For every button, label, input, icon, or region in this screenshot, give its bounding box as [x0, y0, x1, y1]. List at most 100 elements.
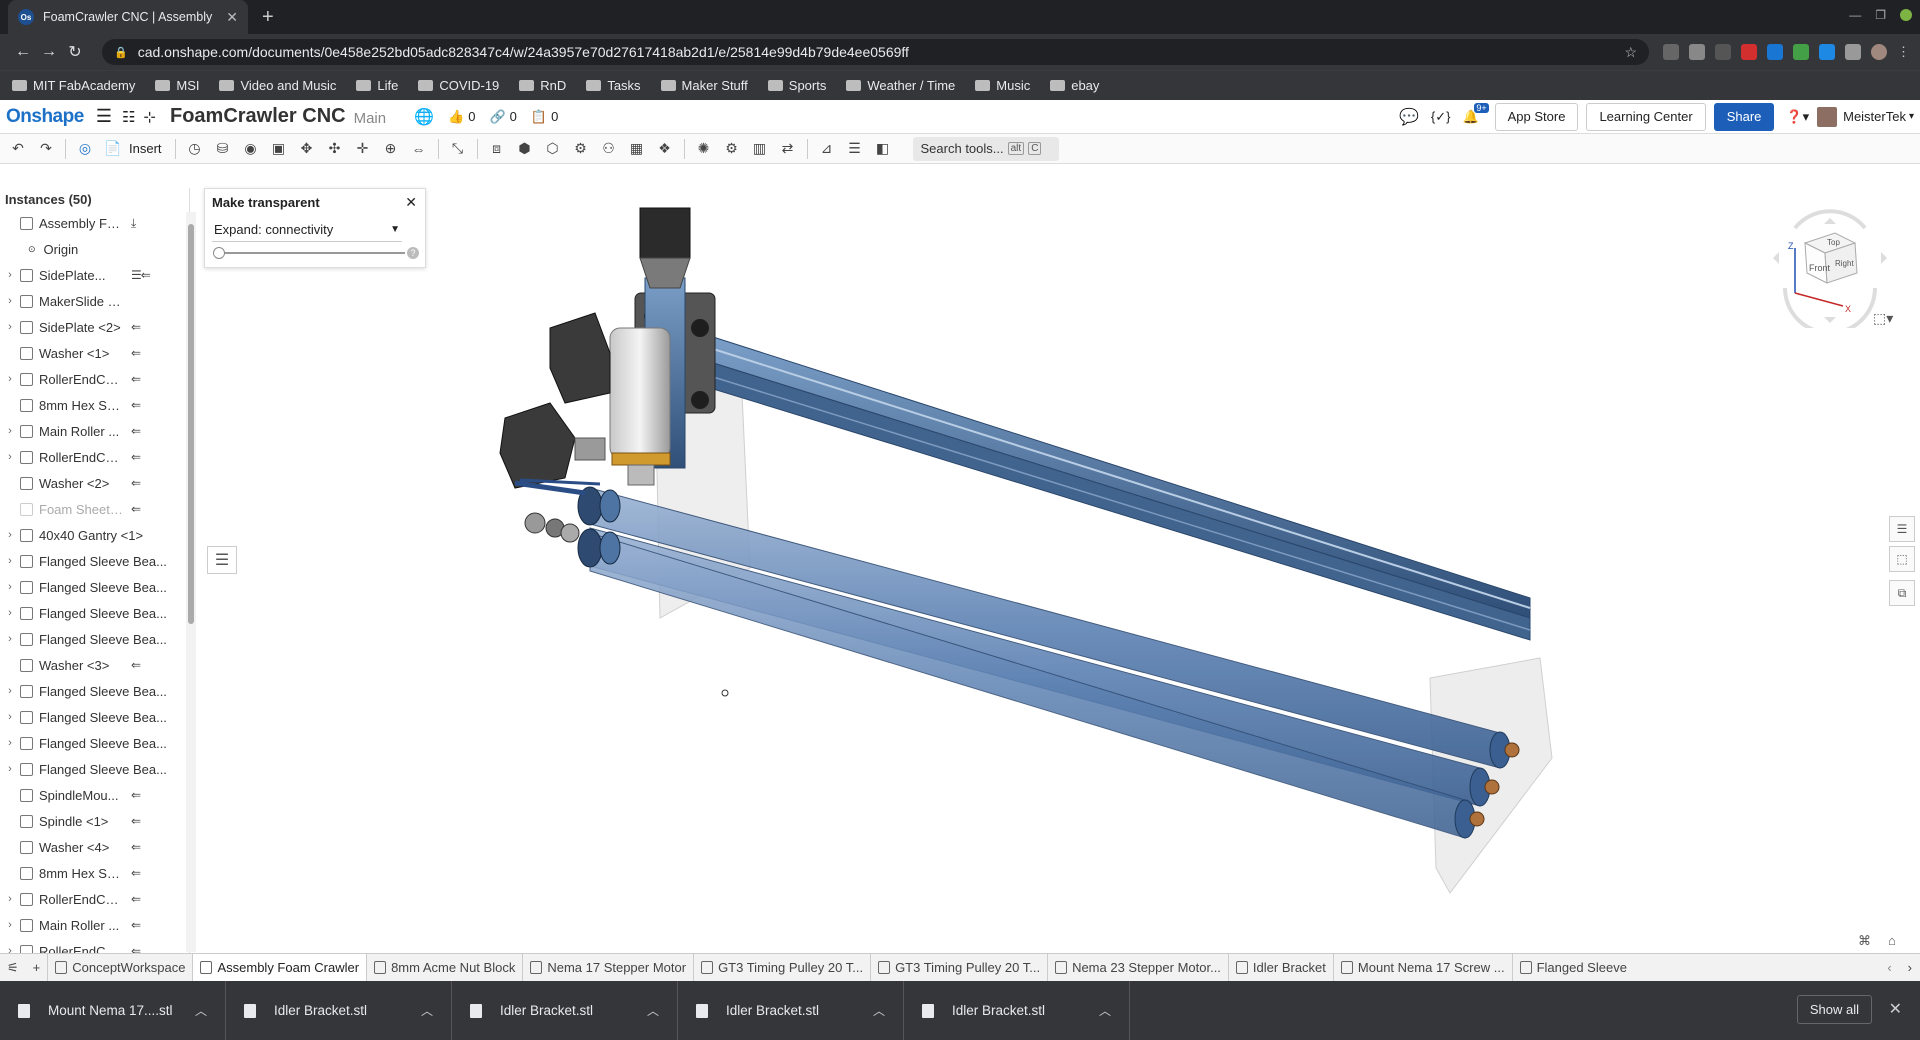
download-item[interactable]: Idler Bracket.stl ︿ — [226, 981, 452, 1040]
insert-button[interactable]: Insert — [129, 141, 162, 156]
globe-icon[interactable]: 🌐 — [414, 107, 434, 127]
select-icon[interactable]: ◎ — [73, 137, 97, 161]
show-all-button[interactable]: Show all — [1796, 995, 1872, 1024]
tree-item[interactable]: 8mm Hex Sc... ⇐ — [0, 392, 189, 418]
tree-item[interactable]: Washer <1> ⇐ — [0, 340, 189, 366]
bookmark[interactable]: Weather / Time — [846, 78, 955, 93]
download-item[interactable]: Idler Bracket.stl ︿ — [452, 981, 678, 1040]
parallel-mate-icon[interactable]: ⇔ — [407, 137, 431, 161]
tab-8mm-acme-nut-block[interactable]: 8mm Acme Nut Block — [367, 953, 524, 982]
tree-item-hidden[interactable]: Foam Sheet ... ⇐ — [0, 496, 189, 522]
planar-mate-icon[interactable]: ✥ — [295, 137, 319, 161]
chevron-right-icon[interactable]: › — [0, 269, 20, 281]
tab-nema-23-stepper[interactable]: Nema 23 Stepper Motor... — [1048, 953, 1229, 982]
pattern-icon[interactable]: ❖ — [653, 137, 677, 161]
extension-icon[interactable] — [1689, 44, 1705, 60]
tree-item[interactable]: 8mm Hex Sc... ⇐ — [0, 860, 189, 886]
bookmark[interactable]: COVID-19 — [418, 78, 499, 93]
chevron-right-icon[interactable]: › — [0, 763, 20, 775]
ball-mate-icon[interactable]: ⊕ — [379, 137, 403, 161]
tree-item[interactable]: › Flanged Sleeve Bea... — [0, 730, 189, 756]
learning-center-button[interactable]: Learning Center — [1586, 102, 1706, 131]
bookmark-star-icon[interactable]: ☆ — [1624, 44, 1637, 61]
document-title[interactable]: FoamCrawler CNC — [170, 105, 346, 128]
bookmark[interactable]: MSI — [155, 78, 199, 93]
section-view-icon[interactable]: ⊿ — [815, 137, 839, 161]
slider-knob[interactable] — [213, 247, 225, 259]
chevron-up-icon[interactable]: ︿ — [1099, 1002, 1111, 1019]
section-icon[interactable]: ⌘ — [1858, 933, 1871, 949]
forward-icon[interactable]: → — [36, 43, 62, 61]
tree-item[interactable]: › Flanged Sleeve Bea... — [0, 626, 189, 652]
hamburger-menu-icon[interactable]: ☰ — [96, 106, 112, 127]
insert-icon[interactable]: 📄 — [101, 137, 125, 161]
feature-list-toggle-icon[interactable]: ☰ — [207, 546, 237, 574]
likes-icon[interactable]: 👍 — [448, 109, 464, 125]
tree-item[interactable]: Washer <2> ⇐ — [0, 470, 189, 496]
custom-features-icon[interactable]: {✓} — [1431, 109, 1451, 125]
add-tab-icon[interactable]: ⊹ — [143, 108, 156, 126]
download-item[interactable]: Idler Bracket.stl ︿ — [904, 981, 1130, 1040]
scrollbar-thumb[interactable] — [188, 224, 194, 624]
bookmark[interactable]: ebay — [1050, 78, 1099, 93]
tree-item[interactable]: › RollerEndCa... ⇐ — [0, 886, 189, 912]
user-avatar[interactable] — [1817, 106, 1838, 127]
tab-idler-bracket[interactable]: Idler Bracket — [1229, 953, 1334, 982]
tree-item[interactable]: SpindleMou... ⇐ — [0, 782, 189, 808]
chevron-right-icon[interactable]: › — [0, 451, 20, 463]
minimize-icon[interactable]: — — [1849, 8, 1861, 22]
close-icon[interactable]: ✕ — [1889, 999, 1902, 1019]
properties-panel-icon[interactable]: ☰ — [1889, 516, 1915, 542]
appearance-panel-icon[interactable]: ⬚ — [1889, 546, 1915, 572]
copy-icon[interactable]: 📋 — [531, 109, 547, 125]
pin-slot-mate-icon[interactable]: ✛ — [351, 137, 375, 161]
revolute-mate-icon[interactable]: ◉ — [239, 137, 263, 161]
url-field[interactable]: 🔒 cad.onshape.com/documents/0e458e252bd0… — [102, 39, 1649, 65]
close-icon[interactable]: ✕ — [405, 194, 417, 211]
bookmark[interactable]: Life — [356, 78, 398, 93]
mates-icon[interactable]: ⤓ — [131, 216, 136, 231]
camera-icon[interactable]: ⌂ — [1888, 933, 1896, 948]
expand-select[interactable]: Expand: connectivity ▼ — [212, 218, 402, 242]
cnc-model-render[interactable] — [190, 188, 1920, 953]
onshape-logo[interactable]: Onshape — [6, 106, 84, 128]
menu-icon[interactable]: ⋮ — [1897, 44, 1910, 60]
transparency-slider[interactable] — [213, 247, 405, 259]
tree-item[interactable]: › Main Roller ... ⇐ — [0, 418, 189, 444]
branch-label[interactable]: Main — [354, 110, 387, 127]
tree-item[interactable]: › Flanged Sleeve Bea... — [0, 678, 189, 704]
redo-icon[interactable]: ↷ — [34, 137, 58, 161]
tree-item[interactable]: › Flanged Sleeve Bea... — [0, 704, 189, 730]
replicate-icon[interactable]: ▦ — [625, 137, 649, 161]
reload-icon[interactable]: ↻ — [62, 42, 88, 62]
chevron-right-icon[interactable]: › — [0, 581, 20, 593]
tab-mount-nema-17[interactable]: Mount Nema 17 Screw ... — [1334, 953, 1513, 982]
tree-item[interactable]: › Main Roller ... ⇐ — [0, 912, 189, 938]
tree-item[interactable]: › 40x40 Gantry <1> — [0, 522, 189, 548]
share-button[interactable]: Share — [1713, 102, 1775, 131]
tree-item[interactable]: › RollerEndCa... ⇐ — [0, 366, 189, 392]
group-icon[interactable]: ⧈ — [485, 137, 509, 161]
tree-item[interactable]: Washer <3> ⇐ — [0, 652, 189, 678]
bookmark[interactable]: Tasks — [586, 78, 641, 93]
tree-item[interactable]: Washer <4> ⇐ — [0, 834, 189, 860]
close-tab-icon[interactable]: ✕ — [226, 9, 238, 26]
fastened-mate-icon[interactable]: ⛁ — [211, 137, 235, 161]
tree-item[interactable]: › Flanged Sleeve Bea... — [0, 600, 189, 626]
tab-assembly-foam-crawler[interactable]: Assembly Foam Crawler — [193, 953, 368, 982]
rack-pinion-icon[interactable]: ⬡ — [541, 137, 565, 161]
tab-scroll-right-icon[interactable]: › — [1900, 960, 1920, 975]
avatar[interactable] — [1871, 44, 1887, 60]
app-store-button[interactable]: App Store — [1494, 102, 1579, 131]
chevron-right-icon[interactable]: › — [0, 633, 20, 645]
bookmark[interactable]: Video and Music — [219, 78, 336, 93]
tree-item[interactable]: Assembly Fo... ⤓ — [0, 210, 189, 236]
explode-icon[interactable]: ⇄ — [776, 137, 800, 161]
measure-icon[interactable]: ▥ — [748, 137, 772, 161]
tree-item[interactable]: › RollerEndCa... ⇐ — [0, 444, 189, 470]
tree-scrollbar[interactable] — [186, 212, 196, 952]
mate-connector-icon[interactable]: ⤡ — [446, 137, 470, 161]
tab-nema-17-stepper[interactable]: Nema 17 Stepper Motor — [523, 953, 695, 982]
graphics-viewport[interactable] — [190, 188, 1920, 953]
help-icon[interactable]: ? — [407, 247, 419, 259]
